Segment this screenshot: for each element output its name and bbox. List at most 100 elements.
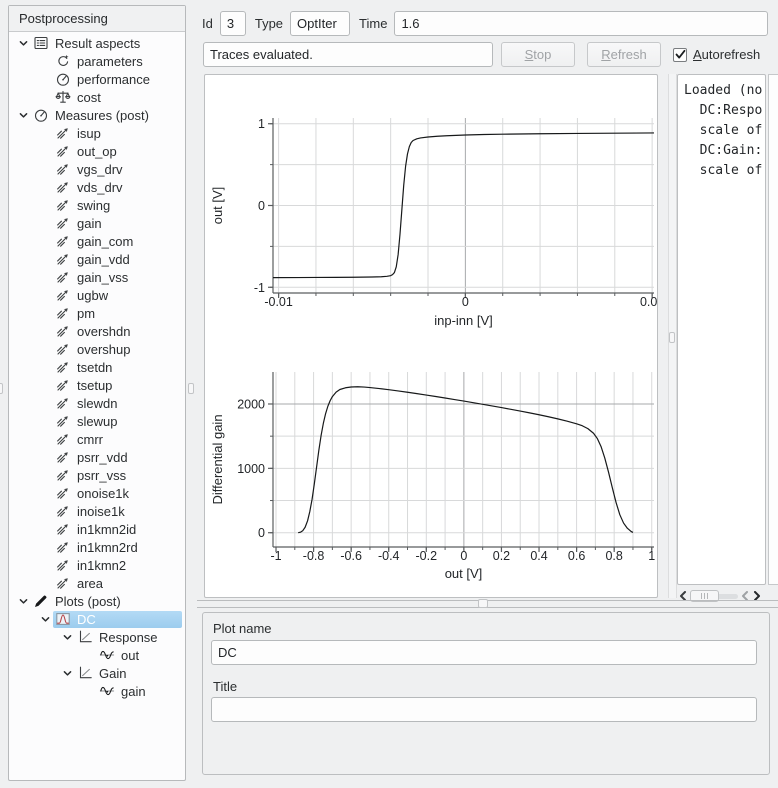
tree-item-tsetup[interactable]: tsetup — [9, 376, 185, 394]
tree-item-slewup[interactable]: slewup — [9, 412, 185, 430]
tree-item-psrr-vdd[interactable]: psrr_vdd — [9, 448, 185, 466]
chevron-down-icon[interactable] — [15, 35, 31, 51]
tree-item-out[interactable]: out — [9, 646, 185, 664]
tree-item-label: isup — [77, 126, 101, 141]
tree-item-overshup[interactable]: overshup — [9, 340, 185, 358]
tree-item-label: vds_drv — [77, 180, 123, 195]
svg-text:out [V]: out [V] — [445, 566, 483, 581]
tree-item-area[interactable]: area — [9, 574, 185, 592]
tree-item-content: overshup — [53, 341, 182, 358]
measure-icon — [53, 269, 73, 285]
tree-item-label: gain_vss — [77, 270, 128, 285]
tree-item-measures-post[interactable]: Measures (post) — [9, 106, 185, 124]
tree-item-pm[interactable]: pm — [9, 304, 185, 322]
tree-item-out-op[interactable]: out_op — [9, 142, 185, 160]
tree-item-parameters[interactable]: parameters — [9, 52, 185, 70]
autorefresh-label[interactable]: Autorefresh — [693, 47, 760, 62]
id-field[interactable] — [220, 11, 246, 36]
dc-plots-canvas[interactable]: -0.0100.0110-1inp-inn [V]out [V]-1-0.8-0… — [205, 75, 657, 597]
plot-name-label: Plot name — [213, 621, 272, 636]
tree-item-vds-drv[interactable]: vds_drv — [9, 178, 185, 196]
checkmark-icon — [675, 49, 686, 60]
tree-item-result-aspects[interactable]: Result aspects — [9, 34, 185, 52]
chevron-down-icon[interactable] — [15, 593, 31, 609]
tree-item-ugbw[interactable]: ugbw — [9, 286, 185, 304]
tree-item-content: slewdn — [53, 395, 182, 412]
tree-item-content: out_op — [53, 143, 182, 160]
tree-item-gain[interactable]: Gain — [9, 664, 185, 682]
plot-log-splitter-grip[interactable] — [669, 332, 675, 343]
refresh-button[interactable]: Refresh — [587, 42, 661, 67]
measure-icon — [53, 485, 73, 501]
tree-item-slewdn[interactable]: slewdn — [9, 394, 185, 412]
wave-icon — [97, 683, 117, 699]
measure-icon — [53, 143, 73, 159]
time-field[interactable] — [394, 11, 768, 36]
tree-item-tsetdn[interactable]: tsetdn — [9, 358, 185, 376]
chevron-down-icon[interactable] — [59, 665, 75, 681]
type-field[interactable] — [290, 11, 350, 36]
tree-item-in1kmn2id[interactable]: in1kmn2id — [9, 520, 185, 538]
clipped-side-panel — [768, 74, 778, 585]
tree-item-gain[interactable]: gain — [9, 682, 185, 700]
tree-item-performance[interactable]: performance — [9, 70, 185, 88]
plot-canvas-panel[interactable]: -0.0100.0110-1inp-inn [V]out [V]-1-0.8-0… — [204, 74, 658, 598]
vertical-splitter-grip[interactable] — [188, 383, 194, 394]
tree-item-content: overshdn — [53, 323, 182, 340]
tree-item-cost[interactable]: cost — [9, 88, 185, 106]
tree-item-gain-com[interactable]: gain_com — [9, 232, 185, 250]
tree-item-label: in1kmn2id — [77, 522, 136, 537]
tree-item-plots-post[interactable]: Plots (post) — [9, 592, 185, 610]
tree-item-in1kmn2rd[interactable]: in1kmn2rd — [9, 538, 185, 556]
tree-item-content: psrr_vdd — [53, 449, 182, 466]
plot-name-field[interactable] — [211, 640, 757, 665]
stop-button[interactable]: Stop — [501, 42, 575, 67]
gauge-icon — [31, 107, 51, 123]
measure-icon — [53, 359, 73, 375]
tree-item-content: Measures (post) — [31, 107, 182, 124]
title-field[interactable] — [211, 697, 757, 722]
tree-item-overshdn[interactable]: overshdn — [9, 322, 185, 340]
measure-icon — [53, 395, 73, 411]
tree-item-label: performance — [77, 72, 150, 87]
measure-icon — [53, 557, 73, 573]
svg-text:0: 0 — [258, 526, 265, 540]
tree-item-response[interactable]: Response — [9, 628, 185, 646]
tree-item-content: in1kmn2rd — [53, 539, 182, 556]
tree-item-label: in1kmn2rd — [77, 540, 138, 555]
tree-item-gain[interactable]: gain — [9, 214, 185, 232]
tree-item-isup[interactable]: isup — [9, 124, 185, 142]
tree-item-cmrr[interactable]: cmrr — [9, 430, 185, 448]
window-edge-splitter-grip[interactable] — [0, 383, 3, 394]
tree-item-inoise1k[interactable]: inoise1k — [9, 502, 185, 520]
measure-icon — [53, 449, 73, 465]
svg-text:inp-inn [V]: inp-inn [V] — [434, 313, 493, 328]
autorefresh-checkbox[interactable] — [673, 48, 687, 62]
tree-item-vgs-drv[interactable]: vgs_drv — [9, 160, 185, 178]
tree-item-dc[interactable]: DC — [9, 610, 185, 628]
tree-item-in1kmn2[interactable]: in1kmn2 — [9, 556, 185, 574]
chevron-spacer — [37, 467, 53, 483]
tree-item-onoise1k[interactable]: onoise1k — [9, 484, 185, 502]
chevron-spacer — [37, 575, 53, 591]
tree-item-label: pm — [77, 306, 95, 321]
tree-item-label: gain_com — [77, 234, 133, 249]
tree-item-psrr-vss[interactable]: psrr_vss — [9, 466, 185, 484]
tree-item-label: tsetup — [77, 378, 112, 393]
tree-item-label: gain_vdd — [77, 252, 130, 267]
chevron-down-icon[interactable] — [15, 107, 31, 123]
log-panel[interactable]: Loaded (no DC:Respo scale of DC:Gain: sc… — [677, 74, 766, 585]
tree-item-content: vgs_drv — [53, 161, 182, 178]
tree-item-label: parameters — [77, 54, 143, 69]
refresh-button-label: Refresh — [601, 47, 647, 62]
tree-item-swing[interactable]: swing — [9, 196, 185, 214]
tree-item-gain-vss[interactable]: gain_vss — [9, 268, 185, 286]
chevron-down-icon[interactable] — [59, 629, 75, 645]
status-field[interactable] — [203, 42, 493, 67]
measure-icon — [53, 413, 73, 429]
chevron-spacer — [37, 89, 53, 105]
measure-icon — [53, 161, 73, 177]
horizontal-splitter-grip[interactable] — [478, 599, 488, 608]
chevron-down-icon[interactable] — [37, 611, 53, 627]
tree-item-gain-vdd[interactable]: gain_vdd — [9, 250, 185, 268]
